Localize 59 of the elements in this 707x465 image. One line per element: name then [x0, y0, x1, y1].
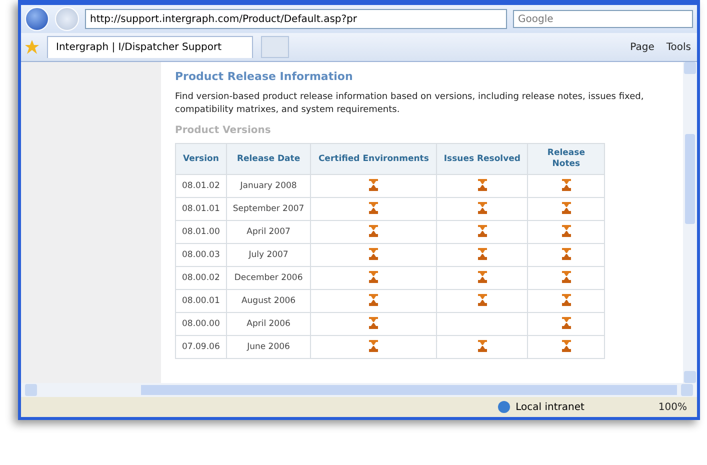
table-cell: July 2007 [226, 244, 311, 266]
network-icon [498, 401, 510, 413]
horizontal-scrollbar[interactable] [21, 383, 697, 397]
download-icon[interactable] [562, 270, 571, 282]
download-icon[interactable] [369, 316, 378, 328]
download-icon[interactable] [369, 202, 378, 214]
download-icon[interactable] [562, 224, 571, 236]
toolbar-menu-button[interactable]: Page [628, 40, 656, 54]
column-header: Issues Resolved [436, 144, 528, 174]
table-cell: 08.01.01 [176, 198, 226, 220]
browser-tab[interactable]: Intergraph | I/Dispatcher Support [47, 36, 253, 58]
zone-label: Local intranet [516, 402, 584, 412]
table-cell: 08.00.03 [176, 244, 226, 266]
column-header: Version [176, 144, 226, 174]
download-icon[interactable] [369, 340, 378, 352]
column-header: Certified Environments [310, 144, 437, 174]
intro-text: Find version-based product release information based on versions, including release notes, issues fixed, compatibility matrixes, and system requirements. [175, 91, 645, 117]
table-cell: January 2008 [226, 174, 311, 198]
table-cell: 08.01.00 [176, 220, 226, 244]
table-cell: 08.01.02 [176, 174, 226, 198]
download-icon[interactable] [562, 340, 571, 352]
column-header: Release Date [226, 144, 311, 174]
vertical-scrollbar[interactable] [683, 62, 697, 383]
download-icon[interactable] [369, 248, 378, 260]
table-cell: June 2006 [226, 336, 311, 358]
download-icon[interactable] [562, 202, 571, 214]
table-cell: April 2006 [226, 312, 311, 336]
back-button[interactable] [25, 7, 49, 31]
toolbar-menu-button[interactable]: Tools [664, 40, 693, 54]
column-header: Release Notes [528, 144, 605, 174]
subheading: Product Versions [175, 125, 272, 136]
download-icon[interactable] [478, 202, 487, 214]
download-icon[interactable] [562, 248, 571, 260]
table-cell: December 2006 [226, 266, 311, 290]
table-cell: 08.00.02 [176, 266, 226, 290]
star-icon[interactable] [25, 40, 39, 54]
address-field[interactable]: http://support.intergraph.com/Product/Default.asp?pr [85, 9, 507, 29]
table-cell: 07.09.06 [176, 336, 226, 358]
download-icon[interactable] [478, 224, 487, 236]
table-cell: 08.00.00 [176, 312, 226, 336]
download-icon[interactable] [562, 294, 571, 306]
section-heading: Product Release Information [175, 70, 354, 83]
download-icon[interactable] [478, 178, 487, 190]
download-icon[interactable] [478, 340, 487, 352]
download-icon[interactable] [369, 178, 378, 190]
download-icon[interactable] [562, 316, 571, 328]
table-cell: April 2007 [226, 220, 311, 244]
download-icon[interactable] [369, 294, 378, 306]
download-icon[interactable] [369, 224, 378, 236]
download-icon[interactable] [478, 270, 487, 282]
table-cell: September 2007 [226, 198, 311, 220]
search-field[interactable]: Google [513, 10, 693, 28]
table-cell: August 2006 [226, 290, 311, 312]
download-icon[interactable] [369, 270, 378, 282]
table-cell: 08.00.01 [176, 290, 226, 312]
zoom-button[interactable]: 100% [656, 400, 689, 414]
download-icon[interactable] [562, 178, 571, 190]
download-icon[interactable] [478, 294, 487, 306]
download-icon[interactable] [478, 248, 487, 260]
